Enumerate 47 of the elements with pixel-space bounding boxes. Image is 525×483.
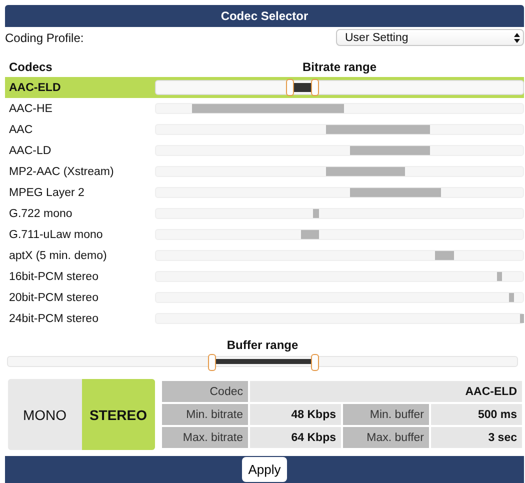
codec-name: AAC — [8, 124, 33, 136]
info-value: AAC-ELD — [250, 381, 522, 402]
codec-row[interactable]: 24bit-PCM stereo — [5, 308, 524, 329]
apply-button[interactable]: Apply — [242, 457, 287, 482]
codec-row[interactable]: MPEG Layer 2 — [5, 182, 524, 203]
column-header: Bitrate range — [302, 60, 377, 74]
codec-row[interactable]: aptX (5 min. demo) — [5, 245, 524, 266]
codec-name: 16bit-PCM stereo — [8, 270, 98, 282]
info-label: Min. buffer — [343, 404, 429, 425]
codec-name: 20bit-PCM stereo — [8, 292, 98, 304]
codec-row[interactable]: G.711-uLaw mono — [5, 224, 524, 245]
codec-name: AAC-HE — [8, 102, 52, 114]
codec-name: 24bit-PCM stereo — [8, 312, 98, 324]
codec-row[interactable]: AAC-LD — [5, 140, 524, 161]
slider-handle[interactable] — [286, 79, 294, 96]
column-header: Codecs — [8, 60, 52, 74]
info-value: 48 Kbps — [250, 404, 341, 425]
codec-name: MPEG Layer 2 — [8, 186, 84, 198]
codec-row[interactable]: AAC-ELD — [5, 77, 524, 98]
info-value: 3 sec — [431, 427, 522, 448]
info-label: Max. bitrate — [162, 427, 248, 448]
profile-dropdown[interactable]: User Setting — [336, 29, 524, 46]
info-value: 64 Kbps — [250, 427, 341, 448]
codec-name: AAC-LD — [8, 144, 52, 156]
codec-name: G.711-uLaw mono — [8, 228, 103, 240]
codec-name: G.722 mono — [8, 208, 72, 220]
profile-label: Coding Profile: — [5, 30, 84, 44]
info-label: Min. bitrate — [162, 404, 248, 425]
info-label: Max. buffer — [343, 427, 429, 448]
codec-row[interactable]: G.722 mono — [5, 203, 524, 224]
codec-name: AAC-ELD — [8, 82, 61, 94]
updown-arrows-icon — [514, 32, 520, 42]
buffer-label: Buffer range — [226, 338, 298, 352]
slider-handle[interactable] — [311, 79, 320, 96]
info-value: 500 ms — [431, 404, 522, 425]
info-label: Codec — [162, 381, 248, 402]
codec-name: aptX (5 min. demo) — [8, 250, 107, 262]
mode-toggle[interactable]: STEREO — [82, 379, 155, 450]
codec-row[interactable]: MP2-AAC (Xstream) — [5, 161, 524, 182]
slider-handle[interactable] — [310, 354, 319, 371]
codec-row[interactable]: 16bit-PCM stereo — [5, 266, 524, 287]
codec-row[interactable]: 20bit-PCM stereo — [5, 287, 524, 308]
slider-handle[interactable] — [208, 354, 216, 371]
window-title: Codec Selector — [5, 5, 524, 27]
codec-row[interactable]: AAC-HE — [5, 98, 524, 119]
codec-row[interactable]: AAC — [5, 119, 524, 140]
codec-name: MP2-AAC (Xstream) — [8, 166, 114, 178]
